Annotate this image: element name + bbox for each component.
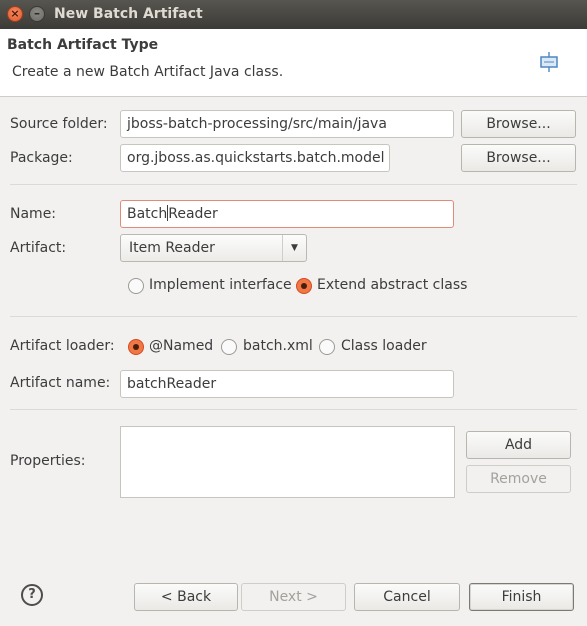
artifact-combo[interactable]: Item Reader ▼ xyxy=(120,234,307,262)
source-folder-field[interactable]: jboss-batch-processing/src/main/java xyxy=(120,110,454,138)
title-bar: × – New Batch Artifact xyxy=(0,0,587,29)
implement-interface-radio[interactable] xyxy=(128,278,144,294)
properties-label: Properties: xyxy=(10,453,86,469)
banner-description: Create a new Batch Artifact Java class. xyxy=(12,64,284,80)
next-button[interactable]: Next > xyxy=(241,583,346,611)
close-window-icon[interactable]: × xyxy=(7,6,23,22)
chevron-down-icon: ▼ xyxy=(282,235,306,261)
loader-batch-xml-radio[interactable] xyxy=(221,339,237,355)
cancel-button[interactable]: Cancel xyxy=(354,583,460,611)
name-value-start: Batch xyxy=(127,206,168,222)
separator xyxy=(10,316,577,317)
wizard-banner: Batch Artifact Type Create a new Batch A… xyxy=(0,29,587,97)
artifact-selected-value: Item Reader xyxy=(129,240,215,256)
add-property-button[interactable]: Add xyxy=(466,431,571,459)
properties-table[interactable] xyxy=(120,426,455,498)
banner-title: Batch Artifact Type xyxy=(7,37,159,53)
package-label: Package: xyxy=(10,150,73,166)
artifact-name-field[interactable]: batchReader xyxy=(120,370,454,398)
separator xyxy=(10,409,577,410)
name-field[interactable]: BatchReader xyxy=(120,200,454,228)
minimize-window-icon[interactable]: – xyxy=(29,6,45,22)
name-value-end: Reader xyxy=(168,206,218,222)
extend-abstract-class-radio[interactable] xyxy=(296,278,312,294)
name-label: Name: xyxy=(10,206,57,222)
loader-named-radio[interactable] xyxy=(128,339,144,355)
help-icon[interactable]: ? xyxy=(21,584,43,606)
source-folder-browse-button[interactable]: Browse... xyxy=(461,110,576,138)
package-browse-button[interactable]: Browse... xyxy=(461,144,576,172)
artifact-loader-label: Artifact loader: xyxy=(10,338,115,354)
source-folder-label: Source folder: xyxy=(10,116,108,132)
artifact-label: Artifact: xyxy=(10,240,67,256)
batch-artifact-icon xyxy=(540,52,558,72)
loader-batch-xml-label[interactable]: batch.xml xyxy=(243,338,313,354)
implement-interface-label[interactable]: Implement interface xyxy=(149,277,292,293)
back-button[interactable]: < Back xyxy=(134,583,238,611)
loader-class-loader-radio[interactable] xyxy=(319,339,335,355)
extend-abstract-class-label[interactable]: Extend abstract class xyxy=(317,277,467,293)
loader-class-loader-label[interactable]: Class loader xyxy=(341,338,427,354)
package-field[interactable]: org.jboss.as.quickstarts.batch.model xyxy=(120,144,390,172)
finish-button[interactable]: Finish xyxy=(469,583,574,611)
loader-named-label[interactable]: @Named xyxy=(149,338,213,354)
separator xyxy=(10,184,577,185)
artifact-name-label: Artifact name: xyxy=(10,375,111,391)
remove-property-button[interactable]: Remove xyxy=(466,465,571,493)
window-title: New Batch Artifact xyxy=(54,6,203,22)
